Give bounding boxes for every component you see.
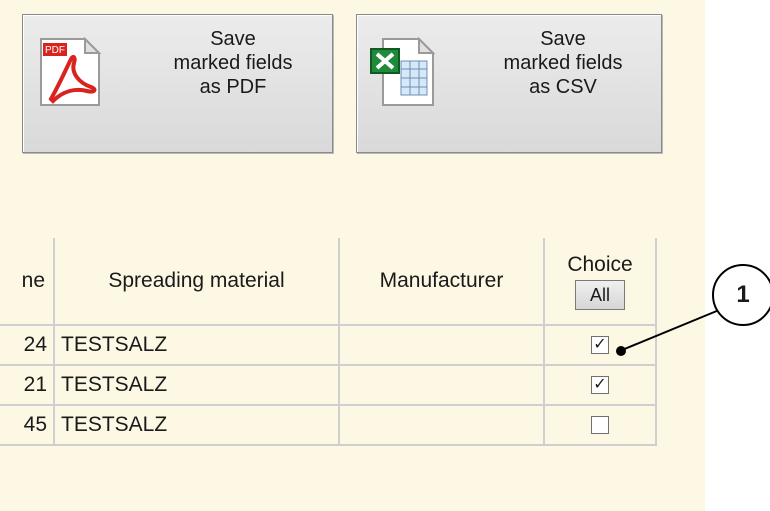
- callout-leader-line: [616, 307, 725, 356]
- callout-marker: 1: [712, 264, 770, 326]
